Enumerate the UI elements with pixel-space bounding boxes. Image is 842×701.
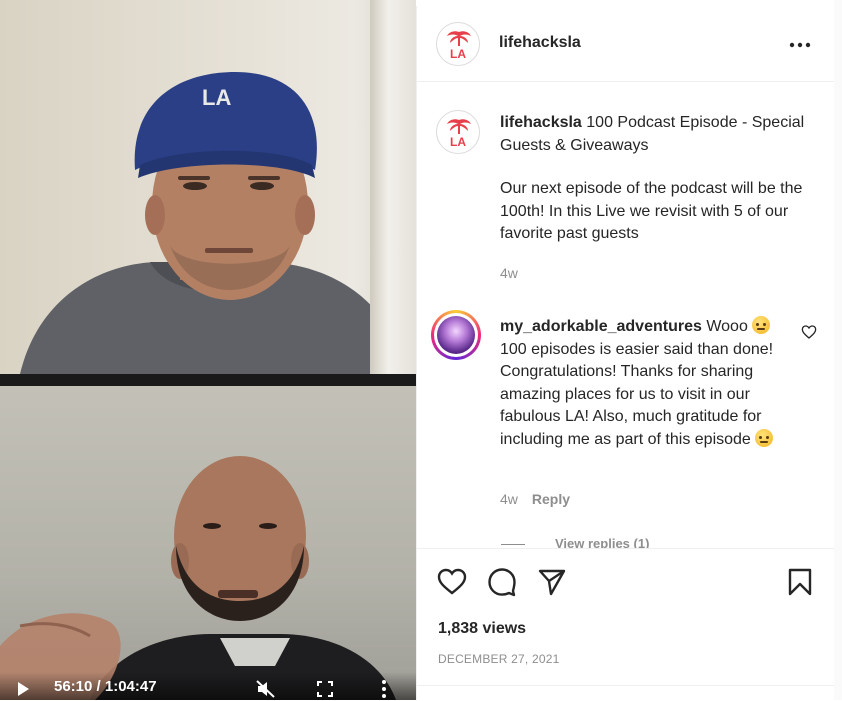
bookmark-icon[interactable] (785, 567, 815, 597)
split-divider (0, 374, 416, 386)
comment-like-heart-icon[interactable] (801, 324, 817, 340)
guest-figure (0, 456, 396, 700)
divider (417, 685, 835, 686)
post-side-panel: LA lifehacksla LA lifehacksla 100 Podcas… (416, 6, 836, 700)
post-actions: 1,838 views DECEMBER 27, 2021 (417, 548, 835, 701)
caption-age: 4w (500, 265, 518, 281)
comment-text-rest: 100 episodes is easier said than done! C… (500, 340, 774, 448)
fullscreen-icon[interactable] (317, 681, 333, 697)
comments-section[interactable]: LA lifehacksla 100 Podcast Episode - Spe… (417, 82, 835, 548)
video-controls: 56:10 / 1:04:47 (0, 672, 416, 700)
video-timecode: 56:10 / 1:04:47 (54, 678, 157, 695)
header-username[interactable]: lifehacksla (499, 34, 581, 52)
caption-body: Our next episode of the podcast will be … (500, 180, 803, 242)
post-date: DECEMBER 27, 2021 (438, 652, 560, 666)
commenter-avatar[interactable] (431, 310, 481, 360)
paper-plane-icon[interactable] (537, 567, 567, 597)
palm-logo-icon: LA (447, 31, 471, 60)
host-figure: LA (20, 72, 408, 374)
post-header: LA lifehacksla (417, 6, 835, 82)
page-edge (834, 0, 842, 700)
background-door (370, 0, 416, 374)
comment-text-start: Wooo (706, 318, 748, 335)
face-with-hat-emoji-icon (752, 316, 771, 334)
comment-body: my_adorkable_adventures Wooo 100 episode… (500, 316, 796, 451)
comment-age: 4w (500, 491, 518, 507)
comment-meta: 4w Reply (500, 491, 570, 507)
caption-username[interactable]: lifehacksla (500, 114, 582, 131)
palm-logo-icon: LA (447, 119, 471, 148)
heart-icon[interactable] (437, 567, 467, 597)
caption-avatar[interactable]: LA (436, 110, 480, 154)
view-replies-link[interactable]: View replies (1) (555, 536, 649, 548)
comment-bubble-icon[interactable] (487, 567, 517, 597)
more-vertical-icon[interactable] (380, 679, 388, 699)
view-count[interactable]: 1,838 views (438, 620, 526, 638)
svg-text:LA: LA (450, 135, 466, 148)
view-replies-line (501, 544, 525, 545)
svg-text:LA: LA (450, 47, 466, 60)
avatar-image (437, 316, 475, 354)
comment-username[interactable]: my_adorkable_adventures (500, 318, 702, 335)
profile-avatar[interactable]: LA (436, 22, 480, 66)
video-feed-host: LA (0, 0, 416, 374)
avatar-ring-inner (434, 313, 478, 357)
video-feed-guest (0, 386, 416, 700)
muted-speaker-icon[interactable] (256, 680, 276, 698)
play-icon[interactable] (18, 682, 29, 696)
svg-text:LA: LA (202, 85, 231, 110)
pleading-face-emoji-icon (755, 428, 774, 447)
more-horizontal-icon[interactable] (789, 42, 811, 48)
reply-button[interactable]: Reply (532, 491, 570, 507)
caption: lifehacksla 100 Podcast Episode - Specia… (500, 112, 822, 157)
live-video-player[interactable]: LA 56:10 / 1:04:47 (0, 0, 416, 700)
